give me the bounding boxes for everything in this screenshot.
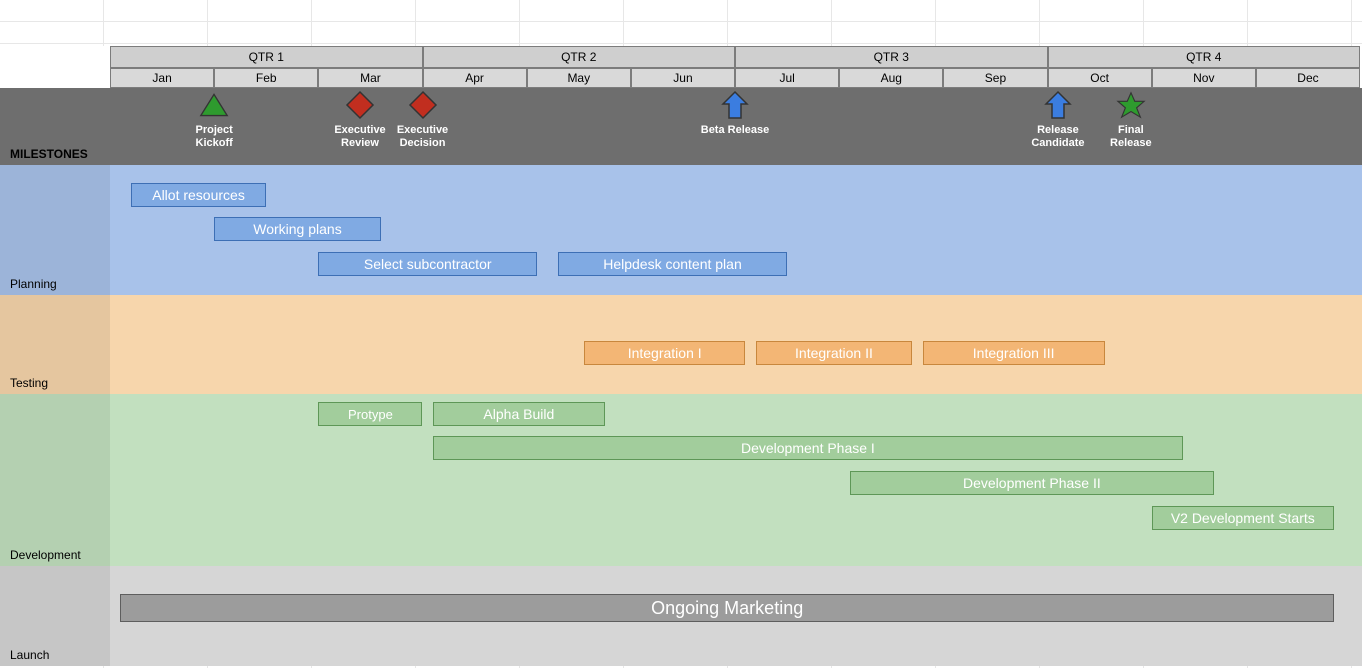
quarter-cell: QTR 1 bbox=[110, 46, 423, 68]
month-cell: Oct bbox=[1048, 68, 1152, 88]
month-cell: Nov bbox=[1152, 68, 1256, 88]
milestone-text: Decision bbox=[388, 137, 458, 150]
milestone-item: ExecutiveReview bbox=[325, 90, 395, 150]
gantt-bar: Allot resources bbox=[131, 183, 266, 207]
month-cell: Feb bbox=[214, 68, 318, 88]
arrow-icon bbox=[1043, 90, 1073, 120]
milestone-item: ExecutiveDecision bbox=[388, 90, 458, 150]
diamond-icon bbox=[408, 90, 438, 120]
gantt-bar: Integration II bbox=[756, 341, 912, 365]
lane-planning: Planning Allot resources Working plans Sel… bbox=[0, 165, 1362, 295]
gantt-bar: Alpha Build bbox=[433, 402, 605, 426]
gantt-chart: QTR 1 QTR 2 QTR 3 QTR 4 Jan Feb Mar Apr … bbox=[0, 0, 1362, 668]
milestone-text: Project Kickoff bbox=[179, 124, 249, 150]
month-cell: Dec bbox=[1256, 68, 1360, 88]
gantt-bar: Development Phase II bbox=[850, 471, 1215, 495]
gantt-bar: Integration III bbox=[923, 341, 1105, 365]
quarter-cell: QTR 4 bbox=[1048, 46, 1361, 68]
gantt-bar: Protype bbox=[318, 402, 422, 426]
month-cell: Jun bbox=[631, 68, 735, 88]
milestone-text: Beta Release bbox=[700, 124, 770, 137]
gantt-bar: Ongoing Marketing bbox=[120, 594, 1334, 622]
quarter-cell: QTR 3 bbox=[735, 46, 1048, 68]
milestone-text: Final bbox=[1096, 124, 1166, 137]
gantt-bar: V2 Development Starts bbox=[1152, 506, 1334, 530]
quarter-header-row: QTR 1 QTR 2 QTR 3 QTR 4 bbox=[110, 46, 1360, 68]
milestone-item: FinalRelease bbox=[1096, 90, 1166, 150]
triangle-icon bbox=[199, 90, 229, 120]
month-cell: Mar bbox=[318, 68, 422, 88]
milestone-band: MILESTONES Project Kickoff ExecutiveRevie… bbox=[0, 88, 1362, 165]
lane-label: Launch bbox=[10, 648, 49, 662]
milestone-text: Release bbox=[1023, 124, 1093, 137]
lane-label: Planning bbox=[10, 277, 57, 291]
milestone-text: Candidate bbox=[1023, 137, 1093, 150]
lane-testing: Testing Integration I Integration II Integ… bbox=[0, 295, 1362, 394]
spreadsheet-grid bbox=[0, 0, 1362, 46]
milestone-item: Project Kickoff bbox=[179, 90, 249, 150]
milestone-item: ReleaseCandidate bbox=[1023, 90, 1093, 150]
month-cell: Apr bbox=[423, 68, 527, 88]
gantt-bar: Integration I bbox=[584, 341, 745, 365]
milestone-text: Executive bbox=[325, 124, 395, 137]
star-icon bbox=[1116, 90, 1146, 120]
month-header-row: Jan Feb Mar Apr May Jun Jul Aug Sep Oct … bbox=[110, 68, 1360, 88]
lane-label: Development bbox=[10, 548, 81, 562]
month-cell: Sep bbox=[943, 68, 1047, 88]
month-cell: Aug bbox=[839, 68, 943, 88]
milestone-text: Release bbox=[1096, 137, 1166, 150]
gantt-bar: Development Phase I bbox=[433, 436, 1183, 460]
diamond-icon bbox=[345, 90, 375, 120]
milestone-text: Review bbox=[325, 137, 395, 150]
arrow-icon bbox=[720, 90, 750, 120]
lane-label: Testing bbox=[10, 376, 48, 390]
lane-launch: Launch Ongoing Marketing bbox=[0, 566, 1362, 666]
milestone-item: Beta Release bbox=[700, 90, 770, 137]
gantt-bar: Select subcontractor bbox=[318, 252, 537, 276]
gantt-bar: Working plans bbox=[214, 217, 381, 241]
milestone-text: Executive bbox=[388, 124, 458, 137]
month-cell: Jan bbox=[110, 68, 214, 88]
lane-development: Development Protype Alpha Build Developmen… bbox=[0, 394, 1362, 566]
milestone-label: MILESTONES bbox=[10, 147, 88, 161]
month-cell: May bbox=[527, 68, 631, 88]
gantt-bar: Helpdesk content plan bbox=[558, 252, 787, 276]
month-cell: Jul bbox=[735, 68, 839, 88]
quarter-cell: QTR 2 bbox=[423, 46, 736, 68]
